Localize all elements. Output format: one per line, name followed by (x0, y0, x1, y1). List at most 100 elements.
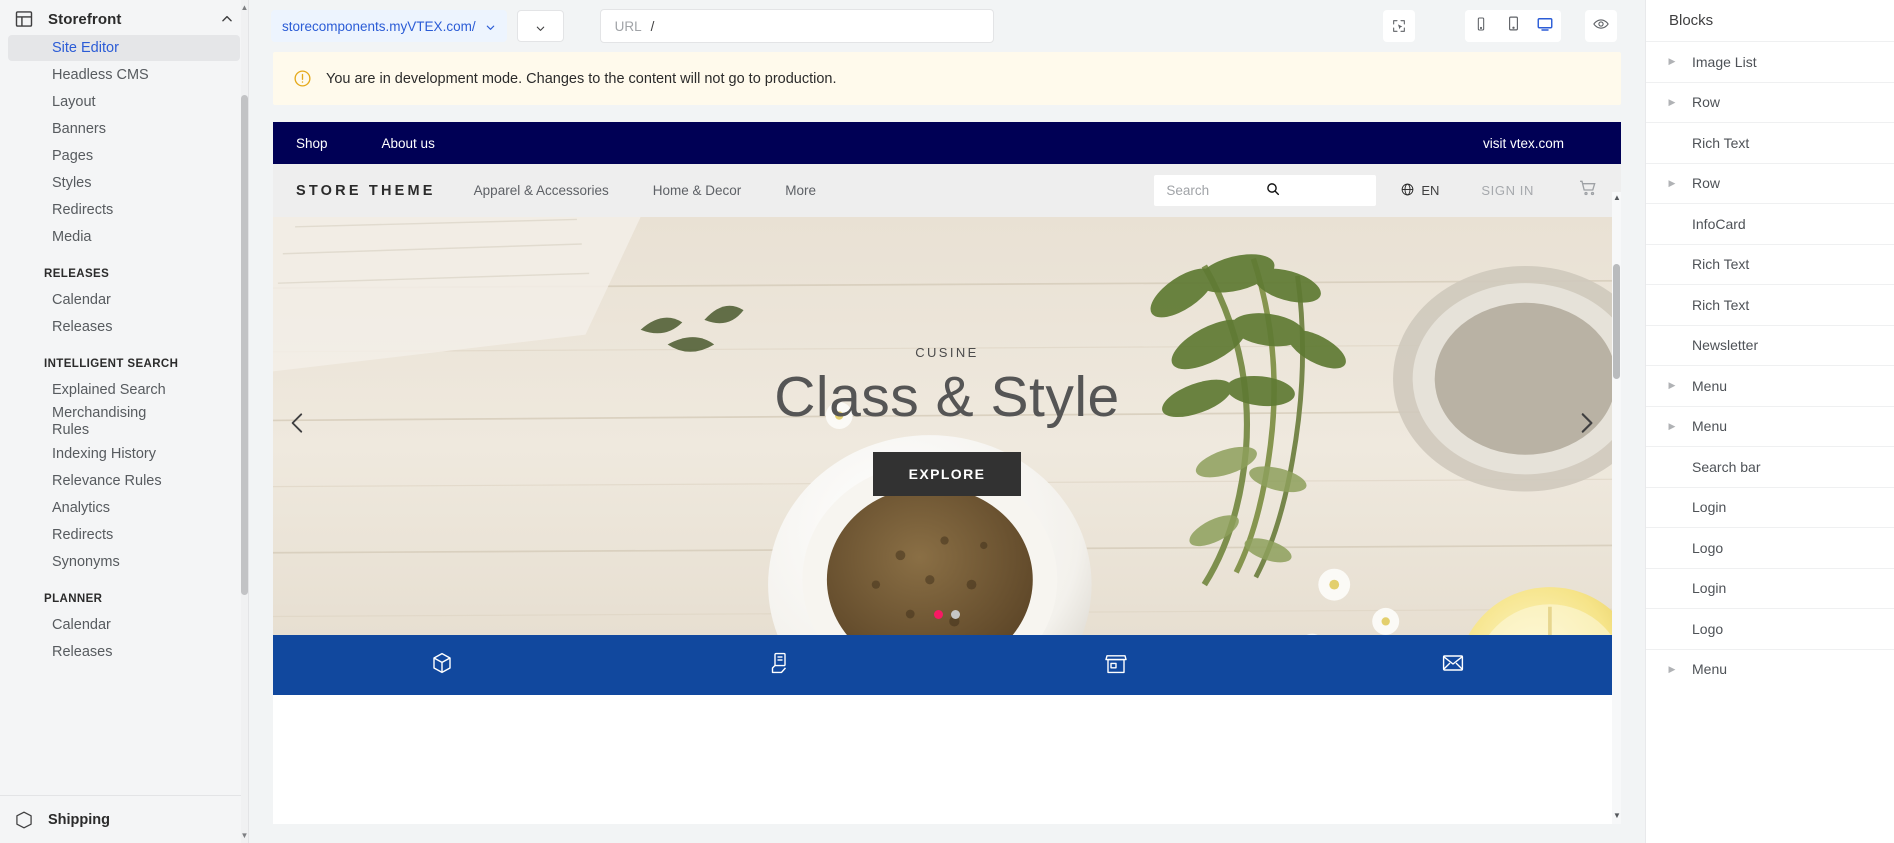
chevron-right-icon[interactable] (1573, 410, 1599, 442)
preview-scrollbar[interactable]: ▲ ▼ (1612, 192, 1621, 824)
sidebar-item-redirects[interactable]: Redirects (8, 197, 240, 223)
sidebar-item-banners[interactable]: Banners (8, 116, 240, 142)
mail-icon (1441, 651, 1465, 680)
hero-explore-button[interactable]: EXPLORE (872, 452, 1022, 496)
block-row-login-2[interactable]: Login (1646, 567, 1894, 609)
search-icon[interactable] (1265, 181, 1364, 200)
sidebar-item-label: Redirects (52, 527, 114, 543)
scroll-up-arrow-icon[interactable]: ▲ (240, 3, 249, 12)
sidebar-item-site-editor[interactable]: Site Editor (8, 35, 240, 61)
desktop-preview-button[interactable] (1529, 10, 1562, 42)
menu-item-more[interactable]: More (785, 183, 816, 198)
sidebar-item-planner-calendar[interactable]: Calendar (8, 612, 240, 638)
block-label: Login (1692, 580, 1727, 597)
sidebar-group-planner: PLANNER (44, 593, 103, 605)
sign-in-link[interactable]: SIGN IN (1481, 183, 1534, 198)
block-row-rich-text-2[interactable]: Rich Text (1646, 243, 1894, 285)
shelf-icon-mail[interactable] (1284, 651, 1621, 680)
scroll-down-arrow-icon[interactable]: ▼ (240, 831, 249, 840)
block-row-login-1[interactable]: Login (1646, 486, 1894, 528)
sidebar-item-label: Releases (52, 644, 113, 660)
menu-item-home-decor[interactable]: Home & Decor (653, 183, 742, 198)
block-row-menu-2[interactable]: ▶ Menu (1646, 405, 1894, 447)
block-row-image-list[interactable]: ▶ Image List (1646, 41, 1894, 82)
block-row-rich-text-3[interactable]: Rich Text (1646, 284, 1894, 325)
sidebar-item-shipping[interactable]: Shipping (0, 795, 248, 843)
url-input-value: / (650, 18, 655, 34)
sidebar-item-label: Styles (52, 175, 92, 191)
topbar-link-shop[interactable]: Shop (296, 136, 328, 151)
sidebar-item-search-redirects[interactable]: Redirects (8, 522, 240, 548)
sidebar-scrollbar[interactable]: ▲ ▼ (241, 0, 248, 843)
sidebar-item-planner-releases[interactable]: Releases (8, 639, 240, 665)
shelf-icon-package[interactable] (273, 651, 610, 680)
blocks-panel: Blocks ▶ Image List ▶ Row Rich Text ▶ Ro… (1645, 0, 1894, 843)
sidebar-item-releases-calendar[interactable]: Calendar (8, 287, 240, 313)
block-row-newsletter[interactable]: Newsletter (1646, 324, 1894, 366)
sidebar-item-label: Pages (52, 148, 94, 164)
shelf-icon-store[interactable] (947, 651, 1284, 680)
topbar-link-visit-vtex[interactable]: visit vtex.com (1483, 136, 1564, 151)
caret-right-icon[interactable]: ▶ (1664, 97, 1680, 108)
block-row-logo-2[interactable]: Logo (1646, 608, 1894, 649)
sidebar-item-label: Relevance Rules (52, 473, 162, 489)
phone-preview-button[interactable] (1465, 10, 1498, 42)
workspace-selector[interactable] (516, 10, 564, 42)
scroll-down-arrow-icon[interactable]: ▼ (1613, 812, 1621, 820)
block-row-rich-text-1[interactable]: Rich Text (1646, 122, 1894, 163)
chevron-up-icon[interactable] (220, 12, 234, 26)
sidebar-scrollbar-thumb[interactable] (241, 95, 248, 595)
preview-scrollbar-thumb[interactable] (1613, 264, 1620, 379)
store-logo[interactable]: STORE THEME (296, 183, 436, 199)
shopping-cart-icon[interactable] (1578, 178, 1598, 203)
sidebar-item-releases-releases[interactable]: Releases (8, 314, 240, 340)
block-row-menu-1[interactable]: ▶ Menu (1646, 365, 1894, 406)
sidebar-item-pages[interactable]: Pages (8, 143, 240, 169)
scroll-up-arrow-icon[interactable]: ▲ (1613, 194, 1621, 202)
sidebar-item-synonyms[interactable]: Synonyms (8, 549, 240, 575)
url-input[interactable]: URL / (599, 9, 995, 43)
sidebar-item-layout[interactable]: Layout (8, 89, 240, 115)
sidebar-item-label: Site Editor (52, 40, 119, 56)
sidebar-item-headless-cms[interactable]: Headless CMS (8, 62, 240, 88)
carousel-dot[interactable] (934, 610, 943, 619)
store-account-selector[interactable]: storecomponents.myVTEX.com/ (271, 10, 507, 42)
sidebar-item-styles[interactable]: Styles (8, 170, 240, 196)
storefront-iframe: Shop About us visit vtex.com STORE THEME… (273, 122, 1621, 824)
select-tool-button[interactable] (1383, 10, 1416, 42)
block-row-menu-3[interactable]: ▶ Menu (1646, 648, 1894, 690)
menu-item-apparel-accessories[interactable]: Apparel & Accessories (474, 183, 609, 198)
preview-toggle-button[interactable] (1585, 10, 1618, 42)
sidebar-item-merchandising-rules[interactable]: Merchandising Rules (8, 404, 240, 440)
block-row-search-bar[interactable]: Search bar (1646, 446, 1894, 487)
block-row-logo-1[interactable]: Logo (1646, 527, 1894, 568)
block-row-row-2[interactable]: ▶ Row (1646, 162, 1894, 204)
language-selector[interactable]: EN (1400, 182, 1439, 200)
store-header-actions: EN SIGN IN (1400, 178, 1598, 203)
sidebar-item-media[interactable]: Media (8, 224, 240, 250)
shelf-icon-hand-card[interactable] (610, 651, 947, 680)
sidebar-section-storefront[interactable]: Storefront (0, 4, 248, 34)
sidebar-item-explained-search[interactable]: Explained Search (8, 377, 240, 403)
caret-right-icon[interactable]: ▶ (1664, 56, 1680, 67)
topbar-link-about-us[interactable]: About us (382, 136, 435, 151)
block-label: Rich Text (1692, 296, 1750, 313)
sidebar-item-indexing-history[interactable]: Indexing History (8, 441, 240, 467)
sidebar-item-analytics[interactable]: Analytics (8, 495, 240, 521)
sidebar-item-label: Banners (52, 121, 107, 137)
sidebar-item-label: Releases (52, 319, 113, 335)
caret-right-icon[interactable]: ▶ (1664, 178, 1680, 189)
block-row-infocard[interactable]: InfoCard (1646, 203, 1894, 244)
sidebar-item-relevance-rules[interactable]: Relevance Rules (8, 468, 240, 494)
caret-right-icon[interactable]: ▶ (1664, 380, 1680, 391)
caret-right-icon[interactable]: ▶ (1664, 421, 1680, 432)
tablet-preview-button[interactable] (1497, 10, 1530, 42)
sidebar-item-label: Indexing History (52, 446, 156, 462)
store-search-input[interactable]: Search (1154, 175, 1377, 206)
block-row-row-1[interactable]: ▶ Row (1646, 81, 1894, 123)
block-label: Newsletter (1692, 337, 1759, 354)
carousel-dot[interactable] (951, 610, 960, 619)
caret-right-icon[interactable]: ▶ (1664, 664, 1680, 675)
chevron-left-icon[interactable] (285, 410, 311, 442)
tablet-icon (1505, 15, 1522, 37)
